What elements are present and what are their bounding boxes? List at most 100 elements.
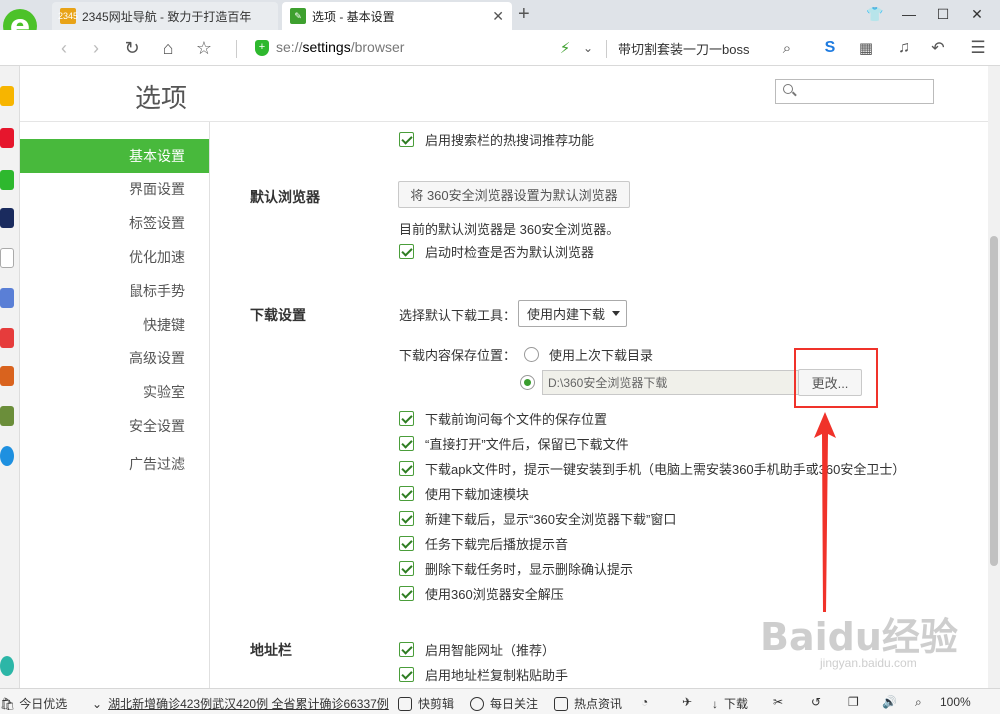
dropdown-chevron-icon[interactable]: ⌄: [576, 36, 600, 60]
new-tab-button[interactable]: +: [518, 3, 530, 26]
radio-last-dir[interactable]: [524, 347, 540, 362]
notes-icon[interactable]: [0, 248, 14, 268]
forward-button[interactable]: ›: [84, 36, 108, 60]
today-label: 今日优选: [19, 697, 68, 711]
apps-grid-icon[interactable]: ▦: [854, 36, 878, 60]
scrollbar-thumb[interactable]: [990, 236, 998, 566]
favorite-star-icon[interactable]: ☆: [192, 36, 216, 60]
daily-focus[interactable]: 每日关注: [470, 695, 538, 712]
refresh-button[interactable]: ↻: [120, 36, 144, 60]
section-download: 下载设置: [250, 307, 306, 323]
kuaijian[interactable]: 快剪辑: [398, 695, 454, 712]
download-path-field[interactable]: D:\360安全浏览器下载: [542, 370, 799, 395]
checkbox-checked[interactable]: [399, 561, 414, 576]
url-path: /browser: [350, 39, 405, 55]
game3-icon[interactable]: [0, 366, 14, 386]
menu-item-gestures[interactable]: 鼠标手势: [129, 274, 185, 308]
back-button[interactable]: ‹: [52, 36, 76, 60]
speed-icon[interactable]: ◔: [641, 695, 648, 709]
download-tool-select[interactable]: 使用内建下载: [518, 300, 627, 327]
default-browser-status: 目前的默认浏览器是 360安全浏览器。: [399, 219, 619, 238]
star-icon[interactable]: [0, 86, 14, 106]
scissors-icon[interactable]: ✂: [773, 695, 783, 709]
bird-icon[interactable]: [0, 446, 14, 466]
set-default-browser-button[interactable]: 将 360安全浏览器设置为默认浏览器: [398, 181, 630, 208]
pin-icon[interactable]: ✈: [682, 695, 692, 709]
checkbox-checked[interactable]: [399, 436, 414, 451]
search-icon[interactable]: ⌕: [775, 36, 799, 60]
address-input[interactable]: se://settings/browser: [276, 39, 404, 55]
checkbox-checked[interactable]: [399, 642, 414, 657]
settings-search-input[interactable]: [800, 82, 928, 101]
minimize-button[interactable]: —: [892, 0, 926, 28]
undo-close-icon[interactable]: ↺: [811, 695, 821, 709]
news-ticker[interactable]: ⌄ 湖北新增确诊423例武汉420例 全省累计确诊66337例: [92, 695, 392, 712]
today-picks[interactable]: 🛍 今日优选: [0, 695, 67, 712]
headphones-icon[interactable]: ♫: [892, 36, 916, 60]
address-option[interactable]: 启用地址栏复制粘贴助手: [399, 665, 568, 684]
menu-item-shortcuts[interactable]: 快捷键: [143, 308, 185, 342]
download-option[interactable]: 使用360浏览器安全解压: [399, 584, 564, 603]
game4-icon[interactable]: [0, 406, 14, 426]
menu-item-basic[interactable]: 基本设置: [20, 139, 209, 173]
checkbox-checked[interactable]: [399, 586, 414, 601]
checkbox-checked[interactable]: [399, 411, 414, 426]
navigation-bar: ‹ › ↻ ⌂ ☆ + se://settings/browser ⚡ ⌄ 带切…: [0, 30, 1000, 66]
download-option[interactable]: “直接打开”文件后，保留已下载文件: [399, 434, 629, 453]
zoom-icon[interactable]: ⌕: [915, 695, 922, 710]
checkbox-checked[interactable]: [399, 461, 414, 476]
game-icon[interactable]: [0, 208, 14, 228]
menu-item-interface[interactable]: 界面设置: [129, 172, 185, 206]
hot-search-option[interactable]: 启用搜索栏的热搜词推荐功能: [399, 130, 594, 149]
checkbox-checked[interactable]: [399, 511, 414, 526]
menu-item-tabs[interactable]: 标签设置: [129, 206, 185, 240]
weibo-icon[interactable]: [0, 128, 14, 148]
watermark-logo: Baidu经验: [760, 615, 958, 659]
download-option[interactable]: 下载前询问每个文件的保存位置: [399, 409, 607, 428]
tab-2345[interactable]: 2345 2345网址导航 - 致力于打造百年: [52, 2, 278, 30]
menu-item-lab[interactable]: 实验室: [143, 375, 185, 409]
checkbox-checked[interactable]: [399, 536, 414, 551]
search-input[interactable]: 带切割套装一刀一boss: [618, 39, 749, 58]
menu-item-optimize[interactable]: 优化加速: [129, 240, 185, 274]
page-title: 选项: [135, 83, 188, 113]
undo-icon[interactable]: ↶: [926, 36, 950, 60]
watermark-url: jingyan.baidu.com: [820, 656, 917, 670]
tab-settings[interactable]: ✎ 选项 - 基本设置 ✕: [282, 2, 512, 30]
downloads[interactable]: ↓ 下载: [712, 695, 748, 712]
checkbox-checked[interactable]: [399, 244, 414, 259]
search-engine-icon[interactable]: S: [818, 36, 842, 60]
checkbox-checked[interactable]: [399, 486, 414, 501]
close-tab-icon[interactable]: ✕: [492, 8, 504, 25]
download-option[interactable]: 删除下载任务时，显示删除确认提示: [399, 559, 633, 578]
menu-item-adblock[interactable]: 广告过滤: [129, 447, 185, 481]
address-option[interactable]: 启用智能网址（推荐）: [399, 640, 555, 659]
mail-icon[interactable]: [0, 170, 14, 190]
window-icon[interactable]: ❐: [848, 695, 859, 709]
close-window-button[interactable]: ✕: [960, 0, 994, 28]
sound-icon[interactable]: 🔊: [882, 695, 897, 709]
lightning-icon[interactable]: ⚡: [553, 36, 577, 60]
zoom-level[interactable]: 100%: [940, 695, 971, 709]
maximize-button[interactable]: ☐: [926, 0, 960, 28]
menu-item-advanced[interactable]: 高级设置: [129, 341, 185, 375]
checkbox-checked[interactable]: [399, 132, 414, 147]
download-option[interactable]: 任务下载完后播放提示音: [399, 534, 568, 553]
menu-item-security[interactable]: 安全设置: [129, 409, 185, 443]
menu-icon[interactable]: ☰: [966, 36, 990, 60]
download-option[interactable]: 使用下载加速模块: [399, 484, 529, 503]
check-default-option[interactable]: 启动时检查是否为默认浏览器: [399, 242, 594, 261]
home-button[interactable]: ⌂: [156, 36, 180, 60]
checkbox-checked[interactable]: [399, 667, 414, 682]
settings-search-box[interactable]: [775, 79, 934, 104]
radio-custom-dir[interactable]: [520, 375, 535, 390]
game2-icon[interactable]: [0, 288, 14, 308]
annotation-arrow-icon: [814, 412, 836, 612]
scrollbar[interactable]: [988, 66, 1000, 688]
hot-news[interactable]: 热点资讯: [554, 695, 622, 712]
assistant-icon[interactable]: [0, 656, 14, 676]
download-option[interactable]: 新建下载后，显示“360安全浏览器下载”窗口: [399, 509, 676, 528]
news-link[interactable]: 湖北新增确诊423例武汉420例 全省累计确诊66337例: [108, 695, 389, 712]
skin-icon[interactable]: 👕: [858, 0, 892, 28]
shop-icon[interactable]: [0, 328, 14, 348]
